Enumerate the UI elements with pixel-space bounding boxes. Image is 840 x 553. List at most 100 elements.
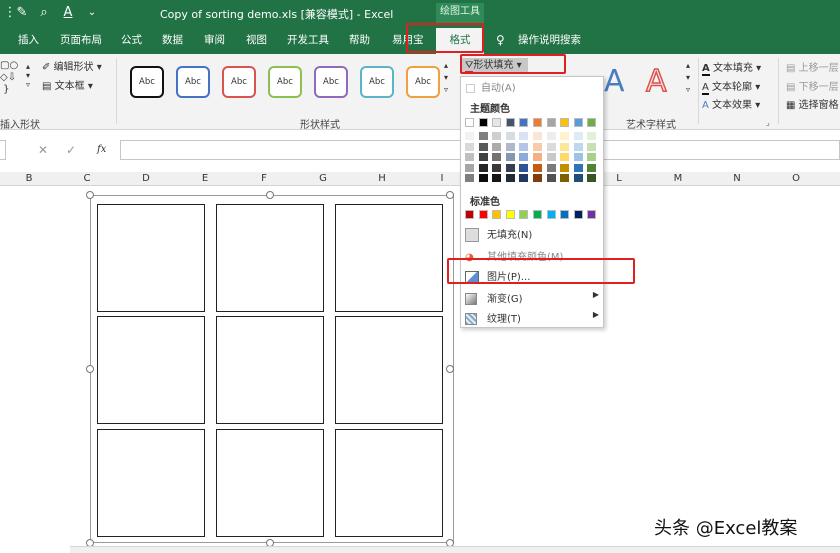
text-outline-button[interactable]: A 文本轮廓 ▾ [702, 78, 760, 95]
rectangle-shape[interactable] [97, 316, 205, 424]
theme-color-shade[interactable] [519, 174, 529, 182]
rectangle-shape[interactable] [216, 204, 324, 312]
theme-color-shade[interactable] [573, 153, 583, 161]
shape-style-1[interactable]: Abc [130, 66, 164, 98]
tab-review[interactable]: 审阅 [204, 28, 225, 54]
tab-help[interactable]: 帮助 [349, 28, 370, 54]
theme-color-shade[interactable] [587, 153, 597, 161]
theme-color-shade[interactable] [465, 174, 474, 182]
shape-style-5[interactable]: Abc [314, 66, 348, 98]
selection-pane-button[interactable]: ▦ 选择窗格 [786, 96, 839, 111]
theme-color-shade[interactable] [478, 142, 488, 151]
theme-color-shade[interactable] [573, 132, 583, 140]
resize-handle[interactable] [446, 365, 454, 373]
theme-color-shade[interactable] [560, 142, 570, 151]
theme-color-shade[interactable] [519, 153, 529, 161]
theme-color-swatch[interactable] [573, 118, 583, 127]
gallery-scroll-icon[interactable]: ▴ ▾ ▿ [26, 62, 30, 89]
theme-color-shade[interactable] [519, 163, 529, 172]
theme-color-shade[interactable] [519, 132, 529, 140]
theme-color-shade[interactable] [505, 174, 515, 182]
menu-texture[interactable]: 纹理(T) ▶ [465, 310, 599, 325]
theme-color-shade[interactable] [478, 163, 488, 172]
print-preview-icon[interactable]: ⌕ [36, 5, 52, 21]
theme-color-shade[interactable] [573, 163, 583, 172]
theme-color-shade[interactable] [546, 163, 556, 172]
theme-color-swatch[interactable] [492, 118, 502, 127]
resize-handle[interactable] [266, 191, 274, 199]
column-header[interactable]: C [58, 172, 116, 186]
wordart-sample-blue[interactable]: A [604, 64, 625, 99]
menu-no-fill[interactable]: 无填充(N) [465, 226, 532, 242]
tab-insert[interactable]: 插入 [18, 28, 39, 54]
theme-color-shade[interactable] [533, 142, 542, 151]
theme-color-shade[interactable] [505, 153, 515, 161]
rectangle-shape[interactable] [335, 429, 443, 537]
theme-color-swatch[interactable] [478, 118, 488, 127]
rectangle-shape[interactable] [97, 429, 205, 537]
theme-color-swatch[interactable] [533, 118, 542, 127]
theme-color-shade[interactable] [546, 132, 556, 140]
theme-color-shade[interactable] [492, 132, 502, 140]
rectangle-shape[interactable] [216, 429, 324, 537]
theme-color-shade[interactable] [546, 153, 556, 161]
column-header[interactable]: E [176, 172, 234, 186]
standard-color-swatch[interactable] [478, 210, 488, 219]
column-header[interactable]: F [234, 172, 294, 186]
standard-color-swatch[interactable] [560, 210, 570, 219]
resize-handle[interactable] [446, 191, 454, 199]
standard-color-swatch[interactable] [519, 210, 529, 219]
shapes-gallery[interactable]: ▢○ ◇⇩ } [0, 60, 18, 96]
standard-color-swatch[interactable] [546, 210, 556, 219]
column-header[interactable]: N [708, 172, 766, 186]
theme-color-shade[interactable] [505, 142, 515, 151]
font-color-icon[interactable]: A [60, 5, 76, 21]
theme-color-shade[interactable] [492, 153, 502, 161]
tab-data[interactable]: 数据 [162, 28, 183, 54]
tab-formulas[interactable]: 公式 [121, 28, 142, 54]
theme-color-shade[interactable] [465, 163, 474, 172]
send-backward-button[interactable]: ▤ 下移一层 [786, 78, 839, 93]
customize-qat-icon[interactable]: ⌄ [84, 5, 100, 21]
standard-color-swatch[interactable] [587, 210, 597, 219]
theme-color-shade[interactable] [546, 142, 556, 151]
wordart-sample-red[interactable]: A [645, 63, 667, 100]
standard-color-swatch[interactable] [492, 210, 502, 219]
column-header[interactable]: O [766, 172, 826, 186]
dialog-launcher-icon[interactable]: ⌟ [766, 118, 770, 127]
format-painter-icon[interactable]: ✎ [14, 5, 30, 21]
name-box[interactable] [0, 140, 6, 160]
tab-view[interactable]: 视图 [246, 28, 267, 54]
shape-style-4[interactable]: Abc [268, 66, 302, 98]
theme-color-shade[interactable] [560, 132, 570, 140]
theme-color-shade[interactable] [573, 142, 583, 151]
theme-color-shade[interactable] [533, 153, 542, 161]
theme-color-shade[interactable] [465, 132, 474, 140]
bring-forward-button[interactable]: ▤ 上移一层 [786, 59, 839, 74]
column-header[interactable]: D [116, 172, 176, 186]
theme-color-swatch[interactable] [560, 118, 570, 127]
theme-color-swatch[interactable] [519, 118, 529, 127]
theme-color-swatch[interactable] [546, 118, 556, 127]
theme-color-swatch[interactable] [505, 118, 515, 127]
edit-shape-button[interactable]: ✐ 编辑形状 ▾ [42, 58, 102, 73]
theme-color-shade[interactable] [587, 142, 597, 151]
theme-color-shade[interactable] [533, 163, 542, 172]
horizontal-scrollbar[interactable] [70, 546, 840, 553]
rectangle-shape[interactable] [335, 204, 443, 312]
standard-color-swatch[interactable] [573, 210, 583, 219]
column-header[interactable]: G [294, 172, 352, 186]
shape-style-3[interactable]: Abc [222, 66, 256, 98]
shape-style-6[interactable]: Abc [360, 66, 394, 98]
enter-icon[interactable]: ✓ [66, 143, 76, 157]
column-header[interactable]: H [352, 172, 412, 186]
rectangle-shape[interactable] [335, 316, 443, 424]
rectangle-shape[interactable] [216, 316, 324, 424]
tab-page-layout[interactable]: 页面布局 [60, 28, 102, 54]
insert-function-icon[interactable]: fx [97, 144, 106, 155]
theme-color-shade[interactable] [465, 142, 474, 151]
theme-color-shade[interactable] [533, 174, 542, 182]
theme-color-shade[interactable] [587, 174, 597, 182]
shape-style-2[interactable]: Abc [176, 66, 210, 98]
theme-color-shade[interactable] [533, 132, 542, 140]
